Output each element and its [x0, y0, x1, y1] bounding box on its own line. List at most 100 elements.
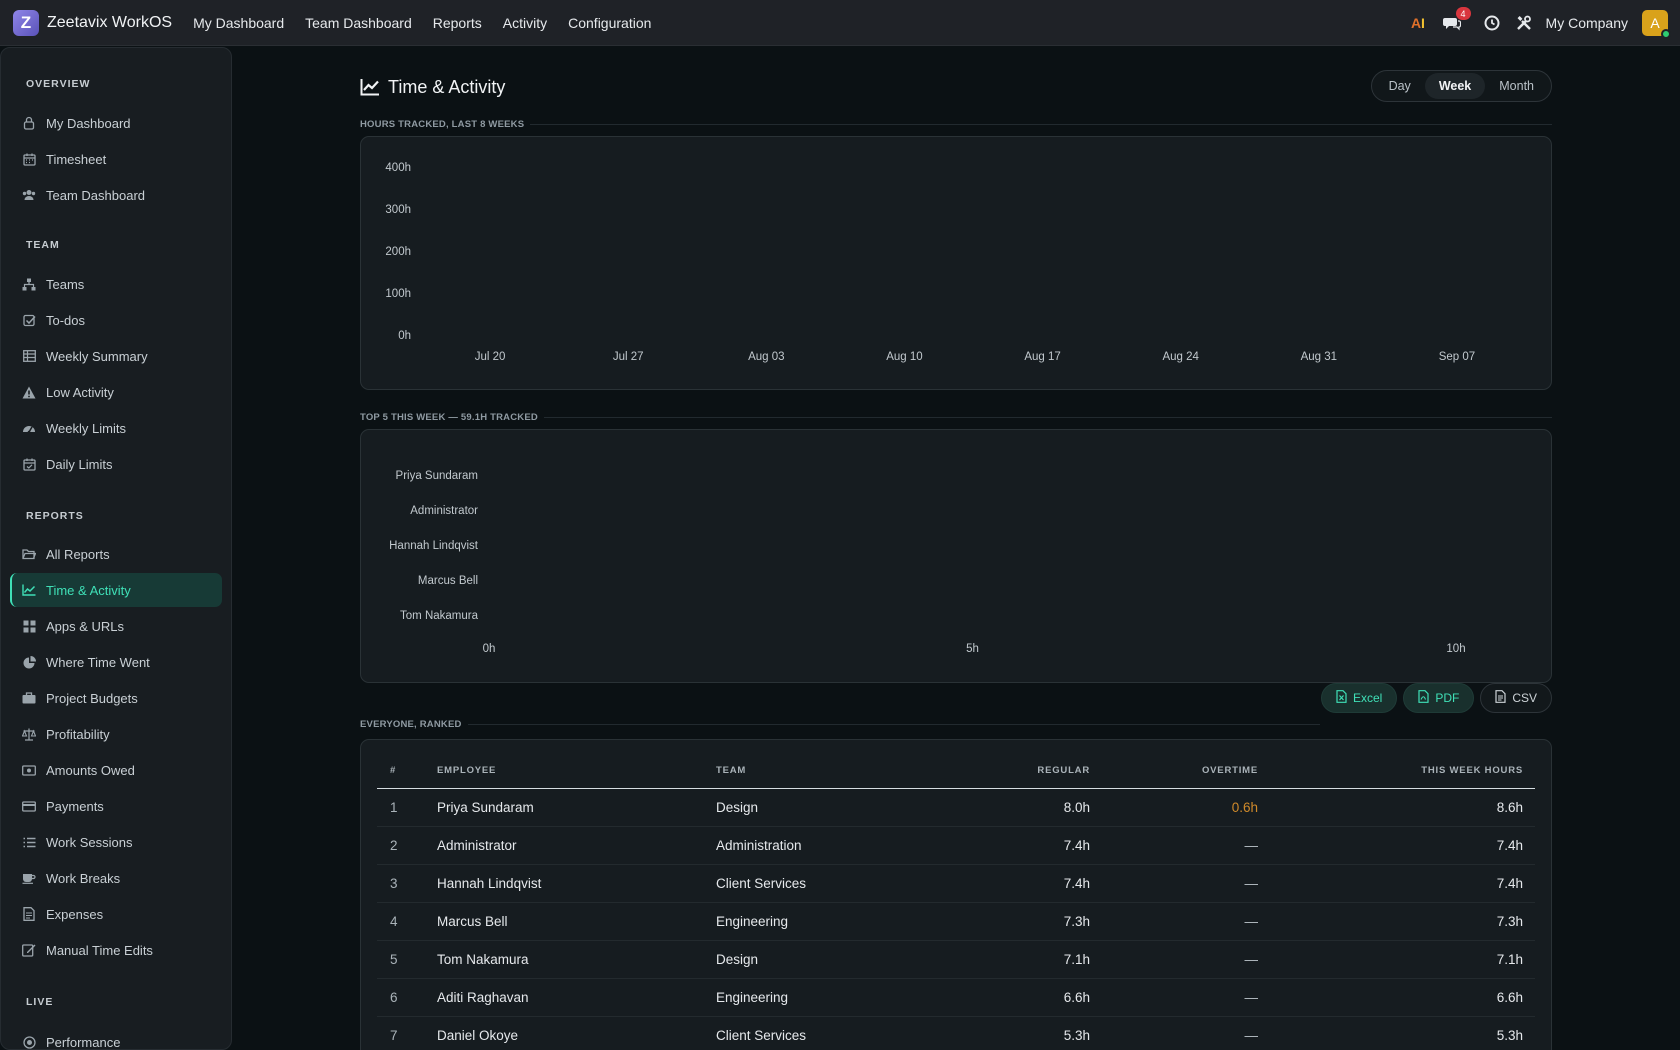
y-tick-label: 400h — [385, 162, 411, 174]
calendar-icon — [22, 152, 36, 166]
sidebar-item-payments[interactable]: Payments — [10, 789, 222, 823]
x-tick-label: 5h — [966, 643, 979, 655]
top-nav: My Dashboard Team Dashboard Reports Acti… — [193, 15, 672, 31]
col-overtime[interactable]: OVERTIME — [1090, 740, 1258, 789]
sidebar-item-teams[interactable]: Teams — [10, 267, 222, 301]
cell-overtime: — — [1090, 978, 1258, 1017]
cell-regular: 7.3h — [936, 902, 1090, 941]
edit-icon — [22, 943, 36, 957]
brand-name[interactable]: Zeetavix WorkOS — [47, 14, 172, 32]
cell-rank: 4 — [377, 902, 437, 941]
hours-chart-card: 400h 300h 200h 100h 0h Jul 20 Jul 27 Aug 03 Aug … — [360, 136, 1552, 390]
sidebar-item-where-time-went[interactable]: Where Time Went — [10, 645, 222, 679]
export-pdf-button[interactable]: PDF — [1403, 683, 1475, 713]
sidebar-item-daily-limits[interactable]: Daily Limits — [10, 447, 222, 481]
sidebar-item-label: Payments — [46, 798, 104, 814]
table-row[interactable]: 7 Daniel Okoye Client Services 5.3h —5.3h — [377, 1016, 1535, 1050]
sidebar-item-profitability[interactable]: Profitability — [10, 717, 222, 751]
col-rank[interactable]: # — [377, 740, 437, 789]
table-icon — [22, 349, 36, 363]
sidebar-item-all-reports[interactable]: All Reports — [10, 537, 222, 571]
top-right-actions: AI 4 My Company A — [1397, 0, 1671, 46]
table-row[interactable]: 2 Administrator Administration 7.4h —7.4h — [377, 826, 1535, 865]
sidebar-item-label: Timesheet — [46, 151, 107, 167]
cell-employee: Daniel Okoye — [437, 1016, 716, 1050]
brand[interactable]: Z Zeetavix WorkOS — [13, 9, 172, 36]
page-title: Time & Activity — [388, 76, 506, 97]
topnav-configuration[interactable]: Configuration — [568, 15, 651, 31]
cell-employee: Priya Sundaram — [437, 788, 716, 827]
sidebar-item-weekly-limits[interactable]: Weekly Limits — [10, 411, 222, 445]
table-row[interactable]: 4 Marcus Bell Engineering 7.3h —7.3h — [377, 902, 1535, 941]
range-month-button[interactable]: Month — [1485, 73, 1548, 99]
range-week-button[interactable]: Week — [1424, 73, 1486, 99]
table-row[interactable]: 5 Tom Nakamura Design 7.1h —7.1h — [377, 940, 1535, 979]
sidebar-item-label: Weekly Limits — [46, 420, 126, 436]
export-pdf-label: PDF — [1435, 691, 1460, 705]
sidebar-item-my-dashboard[interactable]: My Dashboard — [10, 106, 222, 140]
cell-this-week-hours: 7.4h — [1258, 826, 1535, 865]
topnav-team-dashboard[interactable]: Team Dashboard — [305, 15, 412, 31]
top5-chart: Priya Sundaram Administrator Hannah Lindqv… — [389, 470, 1465, 655]
cell-team: Design — [716, 788, 936, 827]
x-tick-label: Aug 24 — [1162, 351, 1199, 363]
company-switcher[interactable]: My Company — [1546, 15, 1628, 31]
export-csv-button[interactable]: CSV — [1480, 683, 1552, 713]
sidebar-section-reports: REPORTS — [26, 510, 84, 522]
cell-team: Administration — [716, 826, 936, 865]
coffee-icon — [22, 871, 36, 885]
range-day-button[interactable]: Day — [1375, 73, 1425, 99]
sidebar-item-work-breaks[interactable]: Work Breaks — [10, 861, 222, 895]
sidebar-section-live: LIVE — [26, 996, 54, 1008]
sidebar-item-weekly-summary[interactable]: Weekly Summary — [10, 339, 222, 373]
hours-chart-caption: HOURS TRACKED, LAST 8 WEEKS — [360, 119, 1552, 130]
cell-employee: Hannah Lindqvist — [437, 864, 716, 903]
x-tick-label: Aug 31 — [1301, 351, 1337, 363]
topnav-my-dashboard[interactable]: My Dashboard — [193, 15, 284, 31]
col-this-week-hours[interactable]: THIS WEEK HOURS — [1258, 740, 1535, 789]
avatar-letter: A — [1650, 15, 1660, 31]
x-tick-label: Aug 10 — [886, 351, 922, 363]
y-tick-label: 100h — [385, 288, 411, 300]
ai-icon[interactable]: AI — [1411, 14, 1429, 32]
col-regular[interactable]: REGULAR — [936, 740, 1090, 789]
col-team[interactable]: TEAM — [716, 740, 936, 789]
gauge-icon — [22, 421, 36, 435]
sidebar-item-apps-urls[interactable]: Apps & URLs — [10, 609, 222, 643]
svg-text:A: A — [1411, 15, 1421, 31]
sidebar-item-project-budgets[interactable]: Project Budgets — [10, 681, 222, 715]
sidebar-item-expenses[interactable]: Expenses — [10, 897, 222, 931]
sidebar-item-team-dashboard[interactable]: Team Dashboard — [10, 178, 222, 212]
sidebar-item-timesheet[interactable]: Timesheet — [10, 142, 222, 176]
col-employee[interactable]: EMPLOYEE — [437, 740, 716, 789]
sidebar-item-low-activity[interactable]: Low Activity — [10, 375, 222, 409]
clock-icon[interactable] — [1483, 14, 1501, 32]
sidebar-item-todos[interactable]: To-dos — [10, 303, 222, 337]
tools-icon[interactable] — [1515, 14, 1533, 32]
y-category-label: Tom Nakamura — [400, 610, 479, 622]
sidebar-item-time-activity[interactable]: Time & Activity — [10, 573, 222, 607]
topnav-reports[interactable]: Reports — [433, 15, 482, 31]
sidebar-item-label: Apps & URLs — [46, 618, 125, 634]
sidebar-item-performance[interactable]: Performance — [10, 1025, 222, 1049]
sidebar-section-team: TEAM — [26, 239, 60, 251]
export-excel-button[interactable]: Excel — [1320, 683, 1398, 713]
table-row[interactable]: 6 Aditi Raghavan Engineering 6.6h —6.6h — [377, 978, 1535, 1017]
chat-icon[interactable]: 4 — [1442, 7, 1471, 32]
sidebar-item-amounts-owed[interactable]: Amounts Owed — [10, 753, 222, 787]
credit-card-icon — [22, 799, 36, 813]
sidebar-item-manual-time-edits[interactable]: Manual Time Edits — [10, 933, 222, 967]
cell-overtime: — — [1090, 902, 1258, 941]
cell-overtime: — — [1090, 940, 1258, 979]
csv-file-icon — [1495, 690, 1506, 706]
brand-logo[interactable]: Z — [13, 9, 39, 36]
sidebar-item-work-sessions[interactable]: Work Sessions — [10, 825, 222, 859]
table-row[interactable]: 3 Hannah Lindqvist Client Services 7.4h —7.4… — [377, 864, 1535, 903]
pie-chart-icon — [22, 655, 36, 669]
avatar[interactable]: A — [1642, 10, 1671, 39]
notification-badge: 4 — [1455, 7, 1471, 20]
sidebar-item-label: Expenses — [46, 906, 104, 922]
table-row[interactable]: 1 Priya Sundaram Design 8.0h 0.6h 8.6h — [377, 788, 1535, 827]
topnav-activity[interactable]: Activity — [503, 15, 547, 31]
grid-icon — [22, 619, 36, 633]
